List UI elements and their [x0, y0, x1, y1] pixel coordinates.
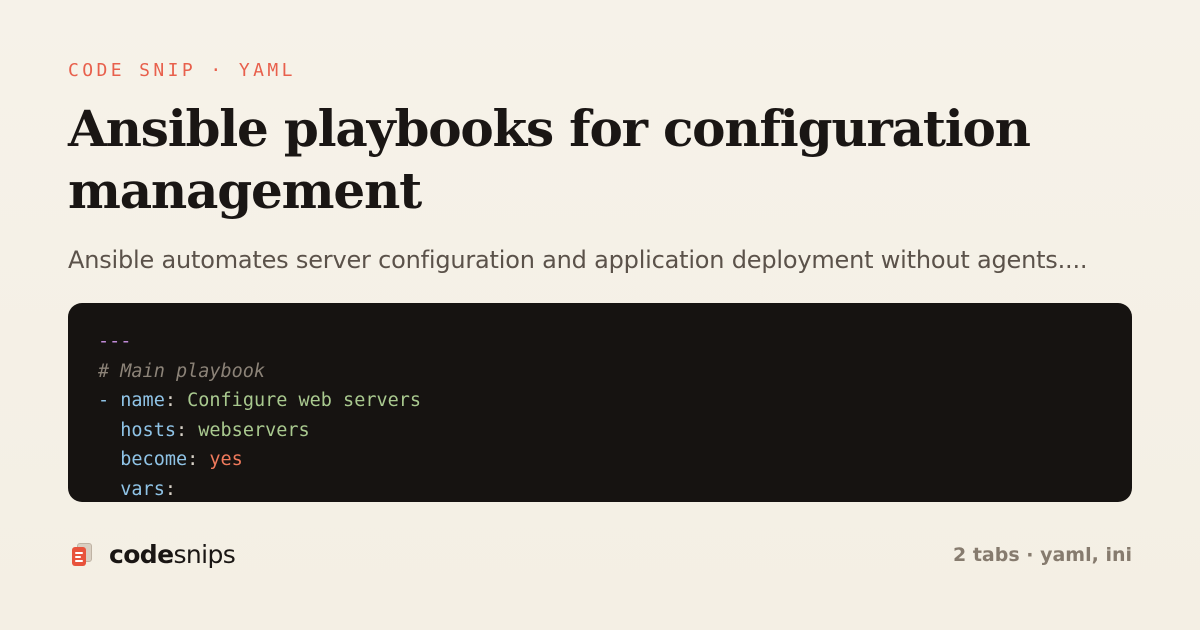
- code-token-punct: [98, 479, 120, 500]
- code-line: ---: [98, 327, 421, 357]
- code-line: vars:: [98, 475, 421, 502]
- code-token-key: name: [120, 390, 165, 412]
- code-token-punct: :: [187, 449, 210, 471]
- snippet-meta: 2 tabs · yaml, ini: [953, 544, 1132, 566]
- code-token-punct: :: [164, 390, 188, 412]
- code-block: --- # Main playbook - name: Configure web …: [98, 327, 421, 502]
- brand-name-light: snips: [173, 540, 236, 569]
- page-subtitle: Ansible automates server configuration a…: [68, 246, 1088, 274]
- eyebrow: CODE SNIP · YAML: [68, 60, 296, 81]
- code-token-comment: # Main playbook: [98, 360, 266, 382]
- brand-name-strong: code: [109, 540, 174, 569]
- eyebrow-separator: ·: [210, 60, 225, 81]
- code-token-str: Configure web servers: [187, 390, 422, 412]
- code-line: become: yes: [98, 445, 421, 475]
- code-token-key: become: [120, 449, 188, 471]
- code-token-punct: :: [175, 419, 199, 441]
- share-card: CODE SNIP · YAML Ansible playbooks for c…: [0, 0, 1200, 630]
- eyebrow-label: CODE SNIP: [68, 60, 197, 81]
- code-token-key: hosts: [120, 419, 176, 441]
- code-panel: --- # Main playbook - name: Configure web …: [68, 303, 1132, 502]
- stacked-snippet-cards-icon: [72, 543, 92, 567]
- code-token-punct: :: [164, 478, 176, 500]
- code-token-punct: [98, 449, 120, 470]
- code-token-sep: ---: [98, 331, 132, 352]
- brand-lockup: codesnips: [72, 540, 236, 570]
- code-line: - name: Configure web servers: [98, 386, 421, 416]
- code-line: # Main playbook: [98, 357, 421, 387]
- page-title: Ansible playbooks for configuration mana…: [68, 99, 1031, 220]
- code-token-bool: yes: [209, 449, 243, 471]
- brand-name: codesnips: [109, 540, 236, 570]
- code-token-punct: [98, 420, 120, 441]
- code-line: hosts: webservers: [98, 416, 421, 446]
- eyebrow-language: YAML: [238, 60, 296, 81]
- code-token-key: vars: [120, 478, 165, 500]
- code-token-dash: -: [98, 390, 121, 412]
- code-token-str: webservers: [198, 419, 310, 441]
